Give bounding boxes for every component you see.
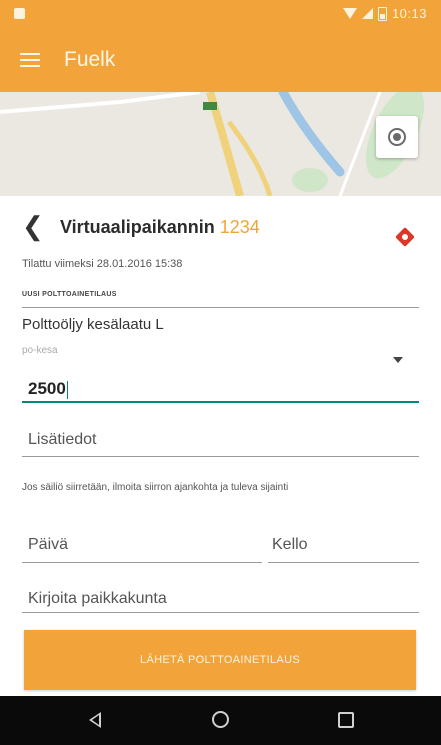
nav-back-icon[interactable]	[89, 712, 101, 728]
time-input[interactable]: Kello	[272, 536, 308, 554]
menu-icon[interactable]	[20, 53, 40, 67]
product-code: po-kesa	[22, 345, 58, 356]
quantity-input[interactable]: 2500	[28, 379, 69, 399]
nav-home-icon[interactable]	[212, 711, 229, 728]
station-title: Virtuaalipaikannin 1234	[60, 217, 260, 238]
day-underline	[22, 562, 262, 563]
app-toolbar: Fuelk	[0, 28, 441, 92]
system-nav-bar	[0, 696, 441, 745]
battery-icon	[377, 6, 387, 21]
dropdown-arrow-icon[interactable]	[393, 357, 403, 363]
place-input[interactable]: Kirjoita paikkakunta	[28, 590, 167, 608]
my-location-icon	[388, 128, 406, 146]
product-select[interactable]: Polttoöljy kesälaatu L	[22, 316, 164, 333]
time-underline	[268, 562, 419, 563]
section-label: UUSI POLTTOAINETILAUS	[22, 291, 117, 298]
place-underline	[22, 612, 419, 613]
order-card: ❮ Virtuaalipaikannin 1234 Tilattu viimek…	[0, 196, 441, 696]
text-caret	[66, 380, 69, 399]
status-time: 10:13	[391, 6, 427, 21]
station-name: Virtuaalipaikannin	[60, 217, 215, 237]
app-title: Fuelk	[64, 48, 116, 71]
station-id: 1234	[219, 217, 260, 237]
day-input[interactable]: Päivä	[28, 536, 68, 554]
status-bar: 10:13	[0, 0, 441, 28]
my-location-button[interactable]	[376, 116, 418, 158]
map-graphic	[0, 92, 441, 196]
wifi-icon	[342, 8, 357, 19]
extra-info-input[interactable]: Lisätiedot	[28, 431, 97, 449]
extra-info-underline	[22, 456, 419, 457]
last-ordered-text: Tilattu viimeksi 28.01.2016 15:38	[22, 258, 183, 270]
section-divider	[22, 307, 419, 308]
status-icons: 10:13	[342, 6, 427, 21]
notification-icon	[14, 8, 25, 19]
send-order-button[interactable]: LÄHETÄ POLTTOAINETILAUS	[24, 630, 416, 690]
quantity-value: 2500	[28, 379, 66, 398]
map-view[interactable]	[0, 92, 441, 196]
quantity-underline	[22, 401, 419, 403]
back-arrow-icon[interactable]: ❮	[22, 213, 44, 239]
nav-recents-icon[interactable]	[338, 712, 354, 728]
brand-icon	[395, 227, 415, 247]
relocation-note: Jos säiliö siirretään, ilmoita siirron a…	[22, 482, 289, 493]
signal-icon	[361, 8, 373, 19]
